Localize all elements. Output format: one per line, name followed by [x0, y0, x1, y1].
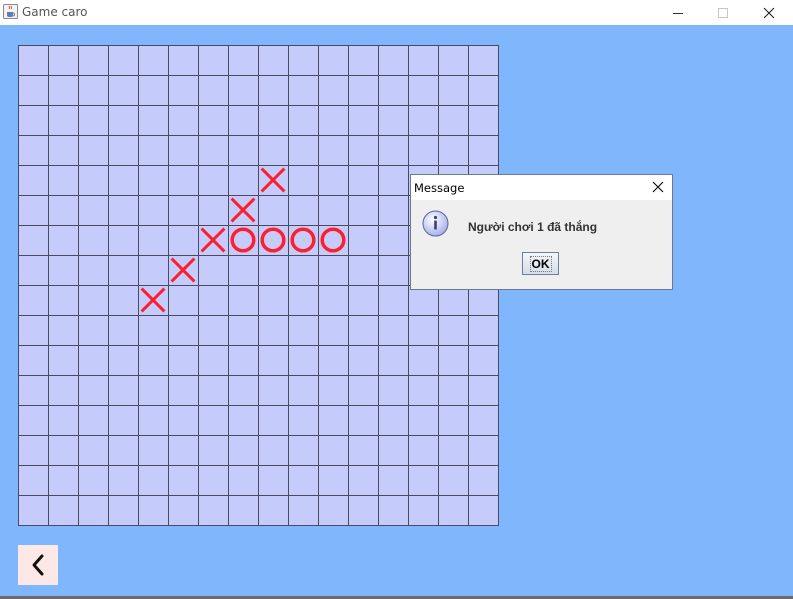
chevron-left-icon	[32, 554, 44, 576]
close-icon	[763, 7, 775, 18]
game-panel	[0, 25, 793, 596]
window-titlebar: Game caro	[0, 0, 793, 25]
close-icon[interactable]	[650, 179, 666, 195]
message-dialog: Message Người chơi 1 đã thắng OK	[410, 174, 673, 290]
o-mark	[230, 227, 256, 253]
ok-button[interactable]: OK	[522, 252, 559, 275]
window-title: Game caro	[22, 5, 88, 19]
dialog-message: Người chơi 1 đã thắng	[468, 220, 598, 234]
o-mark	[260, 227, 286, 253]
minimize-button[interactable]	[655, 0, 701, 25]
maximize-button[interactable]	[700, 0, 746, 25]
o-mark	[320, 227, 346, 253]
x-mark	[140, 287, 166, 313]
back-button[interactable]	[18, 545, 58, 585]
dialog-titlebar: Message	[411, 175, 672, 200]
maximize-icon	[718, 7, 728, 18]
x-mark	[200, 227, 226, 253]
close-button[interactable]	[746, 0, 792, 25]
o-mark	[290, 227, 316, 253]
x-mark	[260, 167, 286, 193]
ok-button-label: OK	[529, 255, 552, 272]
x-mark	[230, 197, 256, 223]
info-icon	[422, 210, 449, 237]
java-cup-icon	[3, 4, 18, 19]
x-mark	[170, 257, 196, 283]
minimize-icon	[673, 12, 683, 14]
dialog-title: Message	[414, 181, 465, 195]
